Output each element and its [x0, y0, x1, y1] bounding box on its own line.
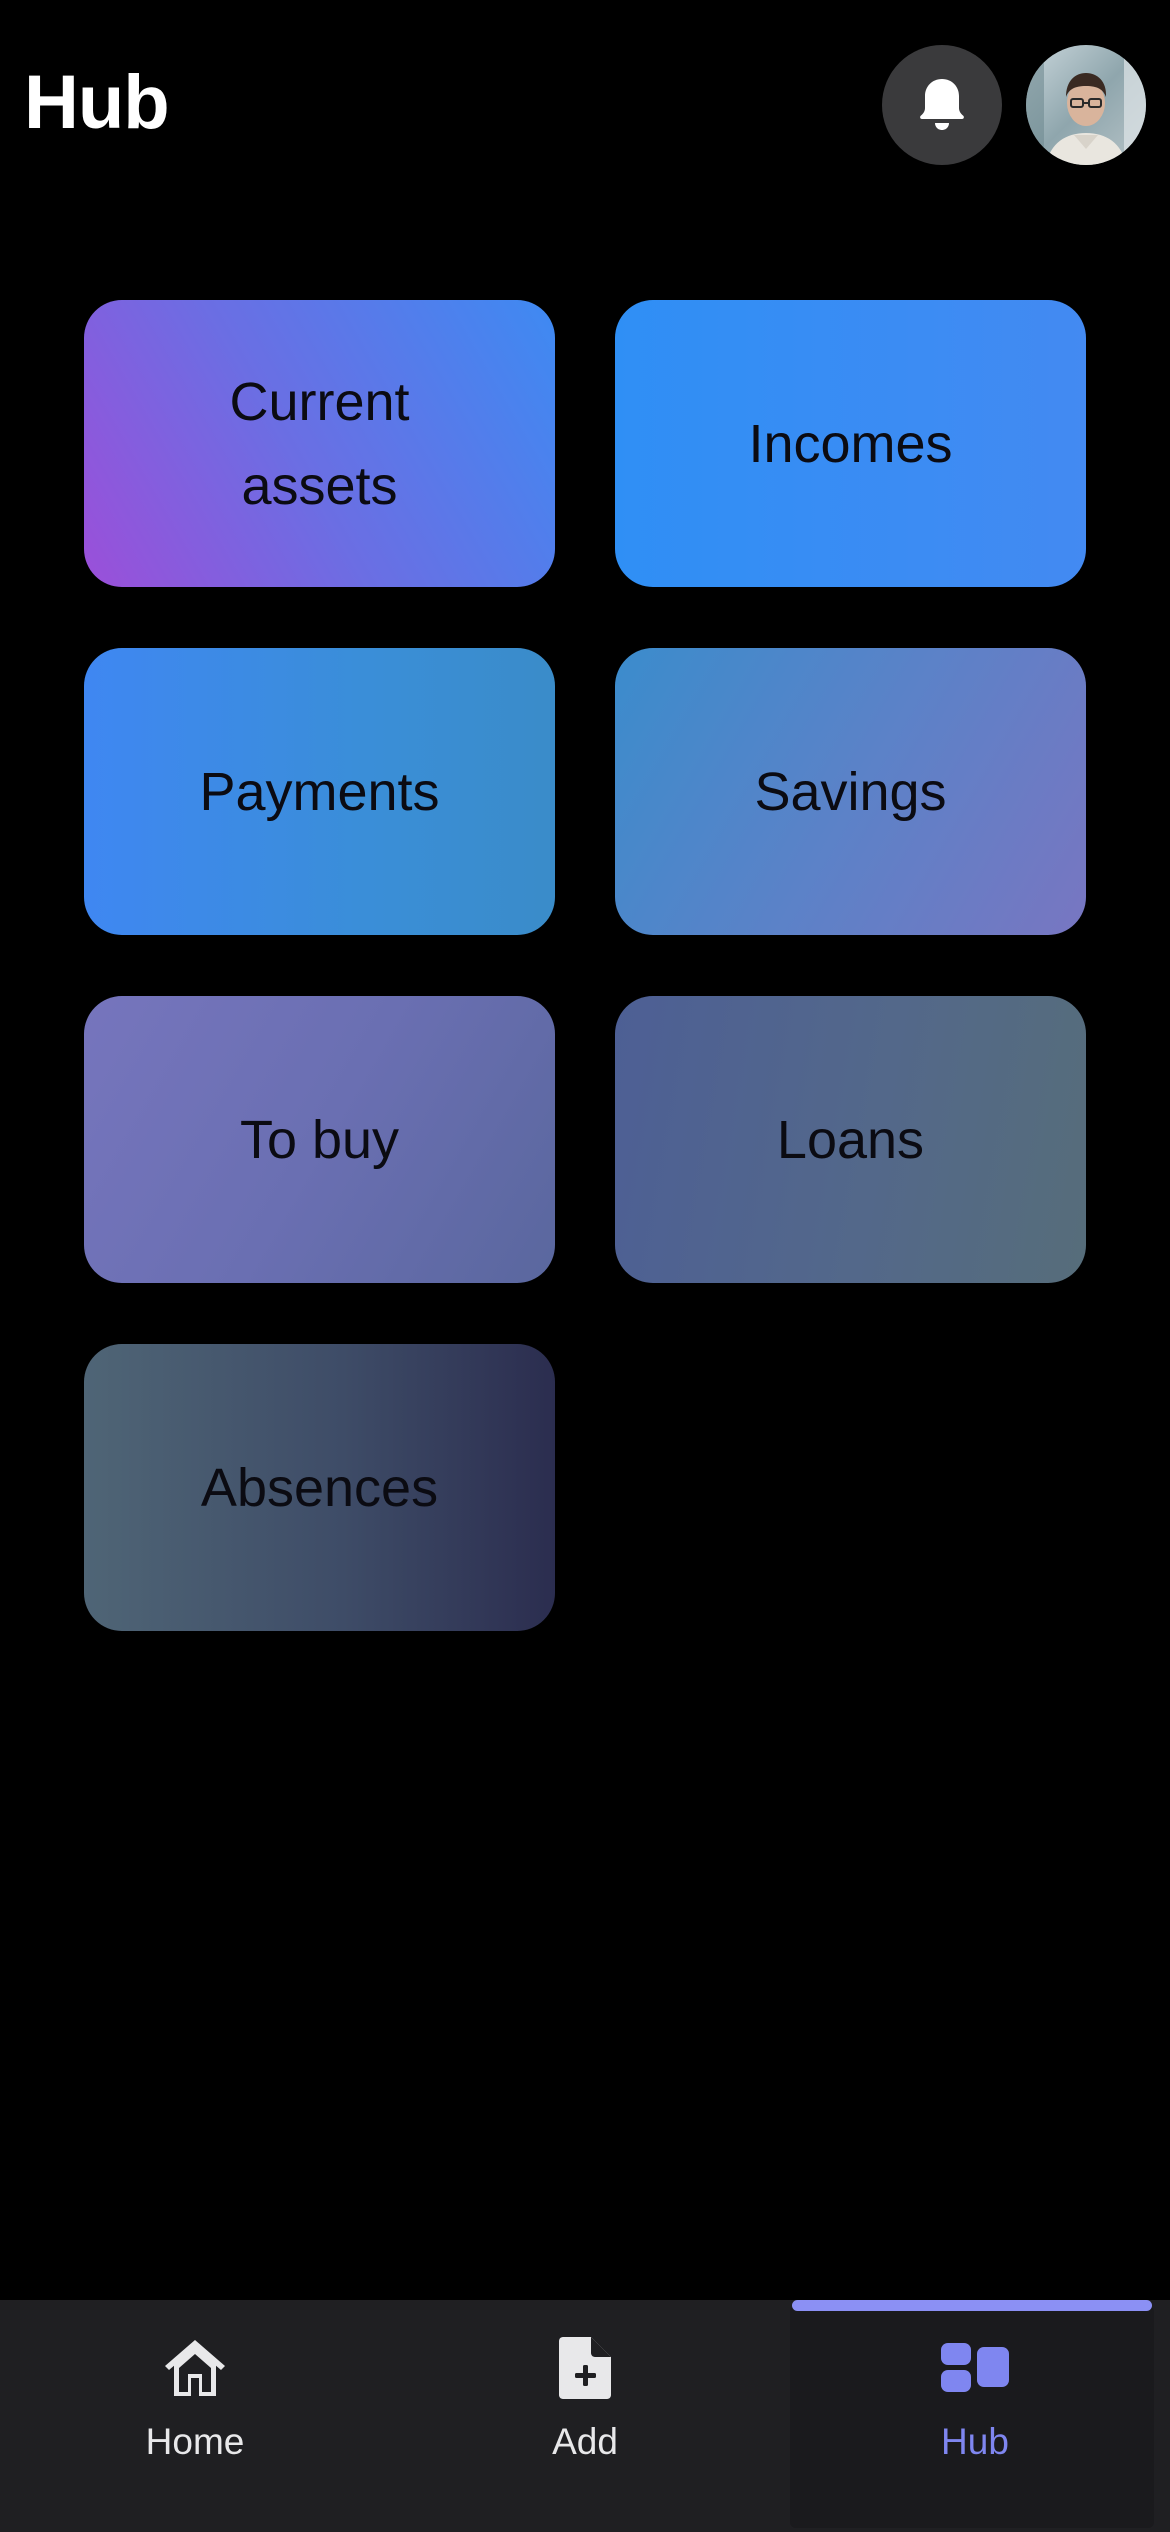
tile-current-assets[interactable]: Current assets [84, 300, 555, 587]
tile-label: Absences [200, 1457, 439, 1518]
tab-hub[interactable]: Hub [780, 2300, 1170, 2532]
avatar[interactable] [1026, 45, 1146, 165]
tile-payments[interactable]: Payments [84, 648, 555, 935]
tile-label: Current assets [229, 371, 410, 516]
bottom-tab-bar: Home Add Hub [0, 2300, 1170, 2532]
tile-label: To buy [239, 1109, 400, 1170]
tab-home[interactable]: Home [0, 2300, 390, 2532]
tile-incomes[interactable]: Incomes [615, 300, 1086, 587]
active-tab-indicator [792, 2300, 1152, 2311]
tab-add[interactable]: Add [390, 2300, 780, 2532]
tab-label: Add [552, 2421, 618, 2462]
tile-label: Incomes [748, 413, 953, 474]
page-title: Hub [24, 60, 170, 145]
user-avatar-icon [1026, 45, 1146, 165]
add-document-icon [545, 2328, 625, 2408]
tab-label: Home [145, 2421, 245, 2462]
tile-label: Payments [199, 761, 440, 822]
notifications-button[interactable] [882, 45, 1002, 165]
bell-icon [920, 79, 964, 130]
tile-absences[interactable]: Absences [84, 1344, 555, 1631]
header: Hub [0, 0, 1170, 210]
tile-savings[interactable]: Savings [615, 648, 1086, 935]
tile-label: Loans [776, 1109, 925, 1170]
dashboard-icon [935, 2328, 1015, 2408]
tile-loans[interactable]: Loans [615, 996, 1086, 1283]
tile-to-buy[interactable]: To buy [84, 996, 555, 1283]
tile-label: Savings [754, 761, 947, 822]
tab-label: Hub [941, 2421, 1009, 2462]
home-icon [155, 2328, 235, 2408]
